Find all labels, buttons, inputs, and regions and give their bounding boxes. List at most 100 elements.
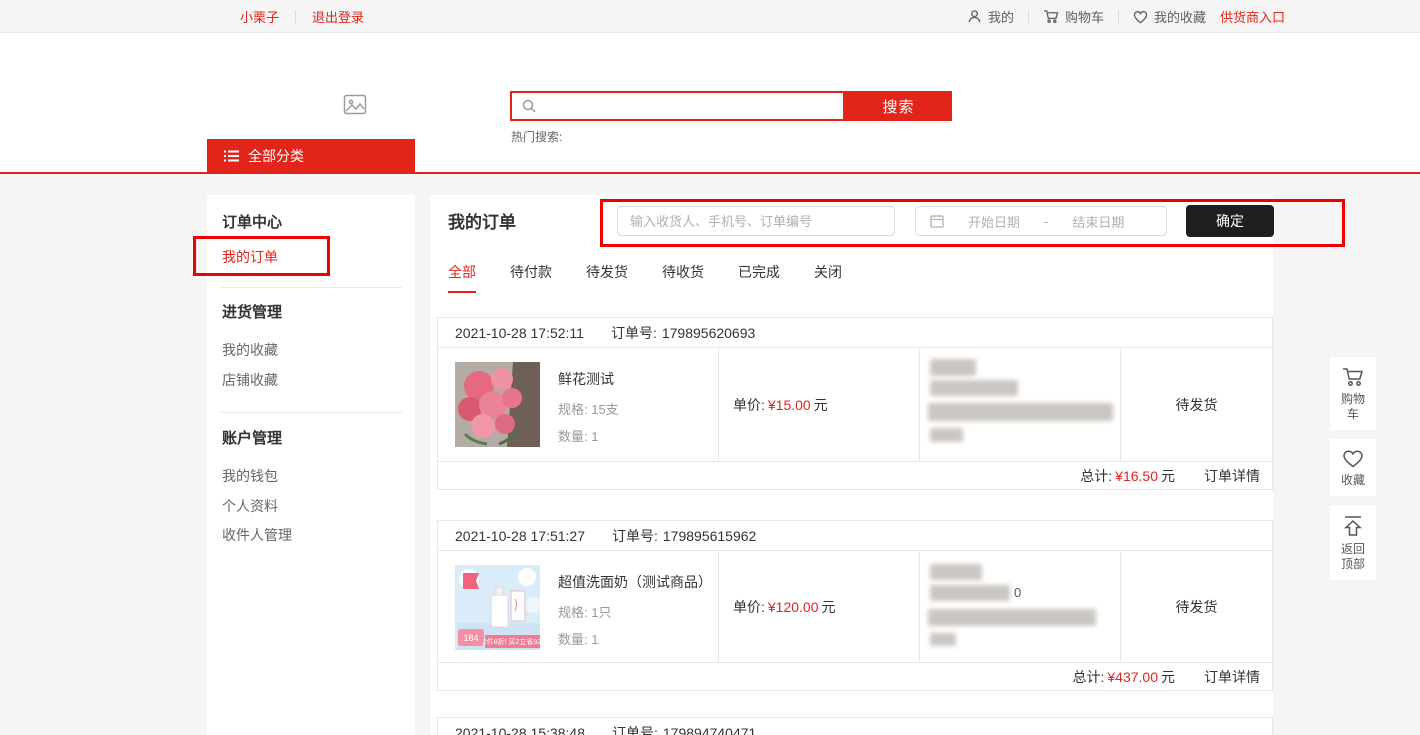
product-image-flowers[interactable] (455, 362, 540, 447)
product-quantity: 数量: 1 (558, 426, 619, 445)
order-datetime: 2021-10-28 15:38:48 (455, 718, 585, 735)
redacted-text (928, 609, 1096, 626)
unit-price-value: ¥120.00 (768, 599, 819, 615)
tab-pending-receipt[interactable]: 待收货 (662, 262, 704, 293)
confirm-button[interactable]: 确定 (1186, 205, 1274, 237)
search-button[interactable]: 搜索 (845, 91, 952, 121)
date-range-picker[interactable]: 开始日期 - 结束日期 (915, 206, 1167, 236)
back-to-top-icon (1342, 515, 1364, 537)
product-name[interactable]: 鲜花测试 (558, 369, 619, 389)
unit-price-label: 单价: (733, 395, 765, 415)
float-favorite-label: 收藏 (1340, 473, 1366, 488)
logo-image-placeholder-icon (343, 94, 367, 115)
product-cell: 鲜花测试 规格: 15支 数量: 1 (438, 348, 718, 461)
total-suffix: 元 (1161, 667, 1175, 687)
divider (295, 10, 296, 23)
divider (1028, 10, 1029, 23)
float-cart-label: 购物车 (1340, 392, 1366, 422)
order-detail-link[interactable]: 订单详情 (1204, 466, 1260, 486)
sidebar-item-my-wallet[interactable]: 我的钱包 (222, 466, 278, 486)
product-spec: 规格: 1只 (558, 602, 712, 621)
tab-completed[interactable]: 已完成 (738, 262, 780, 293)
cart-label: 购物车 (1065, 7, 1104, 26)
product-image-cleanser[interactable]: 184 2件8折! 买2立省92 (455, 565, 540, 650)
my-account-link[interactable]: 我的 (967, 7, 1014, 26)
unit-price-cell: 单价: ¥120.00 元 (718, 551, 919, 662)
logout-link[interactable]: 退出登录 (312, 7, 364, 26)
unit-price-suffix: 元 (814, 395, 828, 415)
all-categories-label: 全部分类 (248, 146, 304, 166)
sidebar-section-purchase-mgmt: 进货管理 (222, 301, 282, 322)
recipient-visible-fragment: 0 (1014, 585, 1021, 600)
all-categories-button[interactable]: 全部分类 (207, 139, 415, 172)
float-cart-button[interactable]: 购物车 (1330, 357, 1376, 430)
float-toolbar: 购物车 收藏 返回顶部 (1330, 357, 1376, 580)
product-spec: 规格: 15支 (558, 399, 619, 418)
redacted-text (930, 633, 956, 646)
order-datetime: 2021-10-28 17:52:11 (455, 318, 584, 347)
divider (220, 287, 402, 288)
order-tabs: 全部 待付款 待发货 待收货 已完成 关闭 (448, 262, 842, 293)
page-title: 我的订单 (448, 208, 516, 233)
heart-icon (1342, 449, 1364, 468)
cart-link[interactable]: 购物车 (1043, 7, 1104, 26)
order-no-label: 订单号: (612, 521, 658, 550)
redacted-text (930, 428, 963, 442)
order-footer: 总计: ¥16.50 元 订单详情 (438, 461, 1272, 489)
order-no: 179895615962 (663, 521, 756, 550)
order-keyword-input[interactable] (617, 206, 895, 236)
favorites-link[interactable]: 我的收藏 (1133, 7, 1206, 26)
my-account-label: 我的 (988, 7, 1014, 26)
topbar-links: 我的 购物车 我的收藏 供货商入口 (967, 0, 1285, 33)
tab-pending-payment[interactable]: 待付款 (510, 262, 552, 293)
total-value: ¥437.00 (1107, 669, 1158, 685)
heart-icon (1133, 10, 1148, 24)
order-status: 待发货 (1120, 551, 1272, 662)
sidebar-item-my-favorites[interactable]: 我的收藏 (222, 340, 278, 360)
username-link[interactable]: 小栗子 (240, 7, 279, 26)
redacted-text (930, 585, 1010, 601)
search-input[interactable] (537, 93, 843, 119)
recipient-cell-redacted: 0 (919, 551, 1120, 662)
sidebar-item-my-orders[interactable]: 我的订单 (222, 247, 278, 267)
tab-pending-shipment[interactable]: 待发货 (586, 262, 628, 293)
recipient-cell-redacted (919, 348, 1120, 461)
sidebar: 订单中心 我的订单 进货管理 我的收藏 店铺收藏 账户管理 我的钱包 个人资料 … (207, 195, 415, 735)
order-header: 2021-10-28 17:51:27 订单号: 179895615962 (438, 521, 1272, 551)
sidebar-item-recipient-mgmt[interactable]: 收件人管理 (222, 525, 292, 545)
menu-list-icon (224, 150, 239, 162)
redacted-text (928, 403, 1113, 421)
person-icon (967, 9, 982, 24)
supplier-entrance-link[interactable]: 供货商入口 (1220, 7, 1285, 26)
redacted-text (930, 380, 1018, 396)
product-name[interactable]: 超值洗面奶（测试商品） (558, 572, 712, 592)
unit-price-label: 单价: (733, 597, 765, 617)
tab-closed[interactable]: 关闭 (814, 262, 842, 293)
header: 搜索 热门搜索: (0, 34, 1420, 139)
order-detail-link[interactable]: 订单详情 (1204, 667, 1260, 687)
order-status: 待发货 (1120, 348, 1272, 461)
tab-all[interactable]: 全部 (448, 262, 476, 293)
back-to-top-button[interactable]: 返回顶部 (1330, 505, 1376, 580)
order-card: 2021-10-28 17:52:11 订单号: 179895620693 鲜花… (437, 317, 1273, 490)
end-date-placeholder[interactable]: 结束日期 (1072, 212, 1124, 231)
total-value: ¥16.50 (1115, 468, 1158, 484)
hot-search-label: 热门搜索: (511, 128, 562, 145)
image-badge-price: 184 (463, 633, 478, 643)
image-badge-promo: 2件8折! 买2立省92 (483, 637, 540, 646)
order-header: 2021-10-28 15:38:48 订单号: 179894740471 (438, 718, 1272, 735)
start-date-placeholder[interactable]: 开始日期 (968, 212, 1020, 231)
topbar-user-area: 小栗子 退出登录 (240, 0, 364, 33)
order-header: 2021-10-28 17:52:11 订单号: 179895620693 (438, 318, 1272, 348)
redacted-text (930, 564, 982, 580)
divider (1118, 10, 1119, 23)
float-favorite-button[interactable]: 收藏 (1330, 439, 1376, 496)
order-body: 鲜花测试 规格: 15支 数量: 1 单价: ¥15.00 元 待发货 (438, 348, 1272, 461)
sidebar-item-shop-favorites[interactable]: 店铺收藏 (222, 370, 278, 390)
product-quantity: 数量: 1 (558, 629, 712, 648)
sidebar-item-profile[interactable]: 个人资料 (222, 496, 278, 516)
order-card: 2021-10-28 15:38:48 订单号: 179894740471 (437, 717, 1273, 735)
order-no-label: 订单号: (611, 318, 657, 347)
order-datetime: 2021-10-28 17:51:27 (455, 521, 585, 550)
order-no: 179895620693 (662, 318, 755, 347)
